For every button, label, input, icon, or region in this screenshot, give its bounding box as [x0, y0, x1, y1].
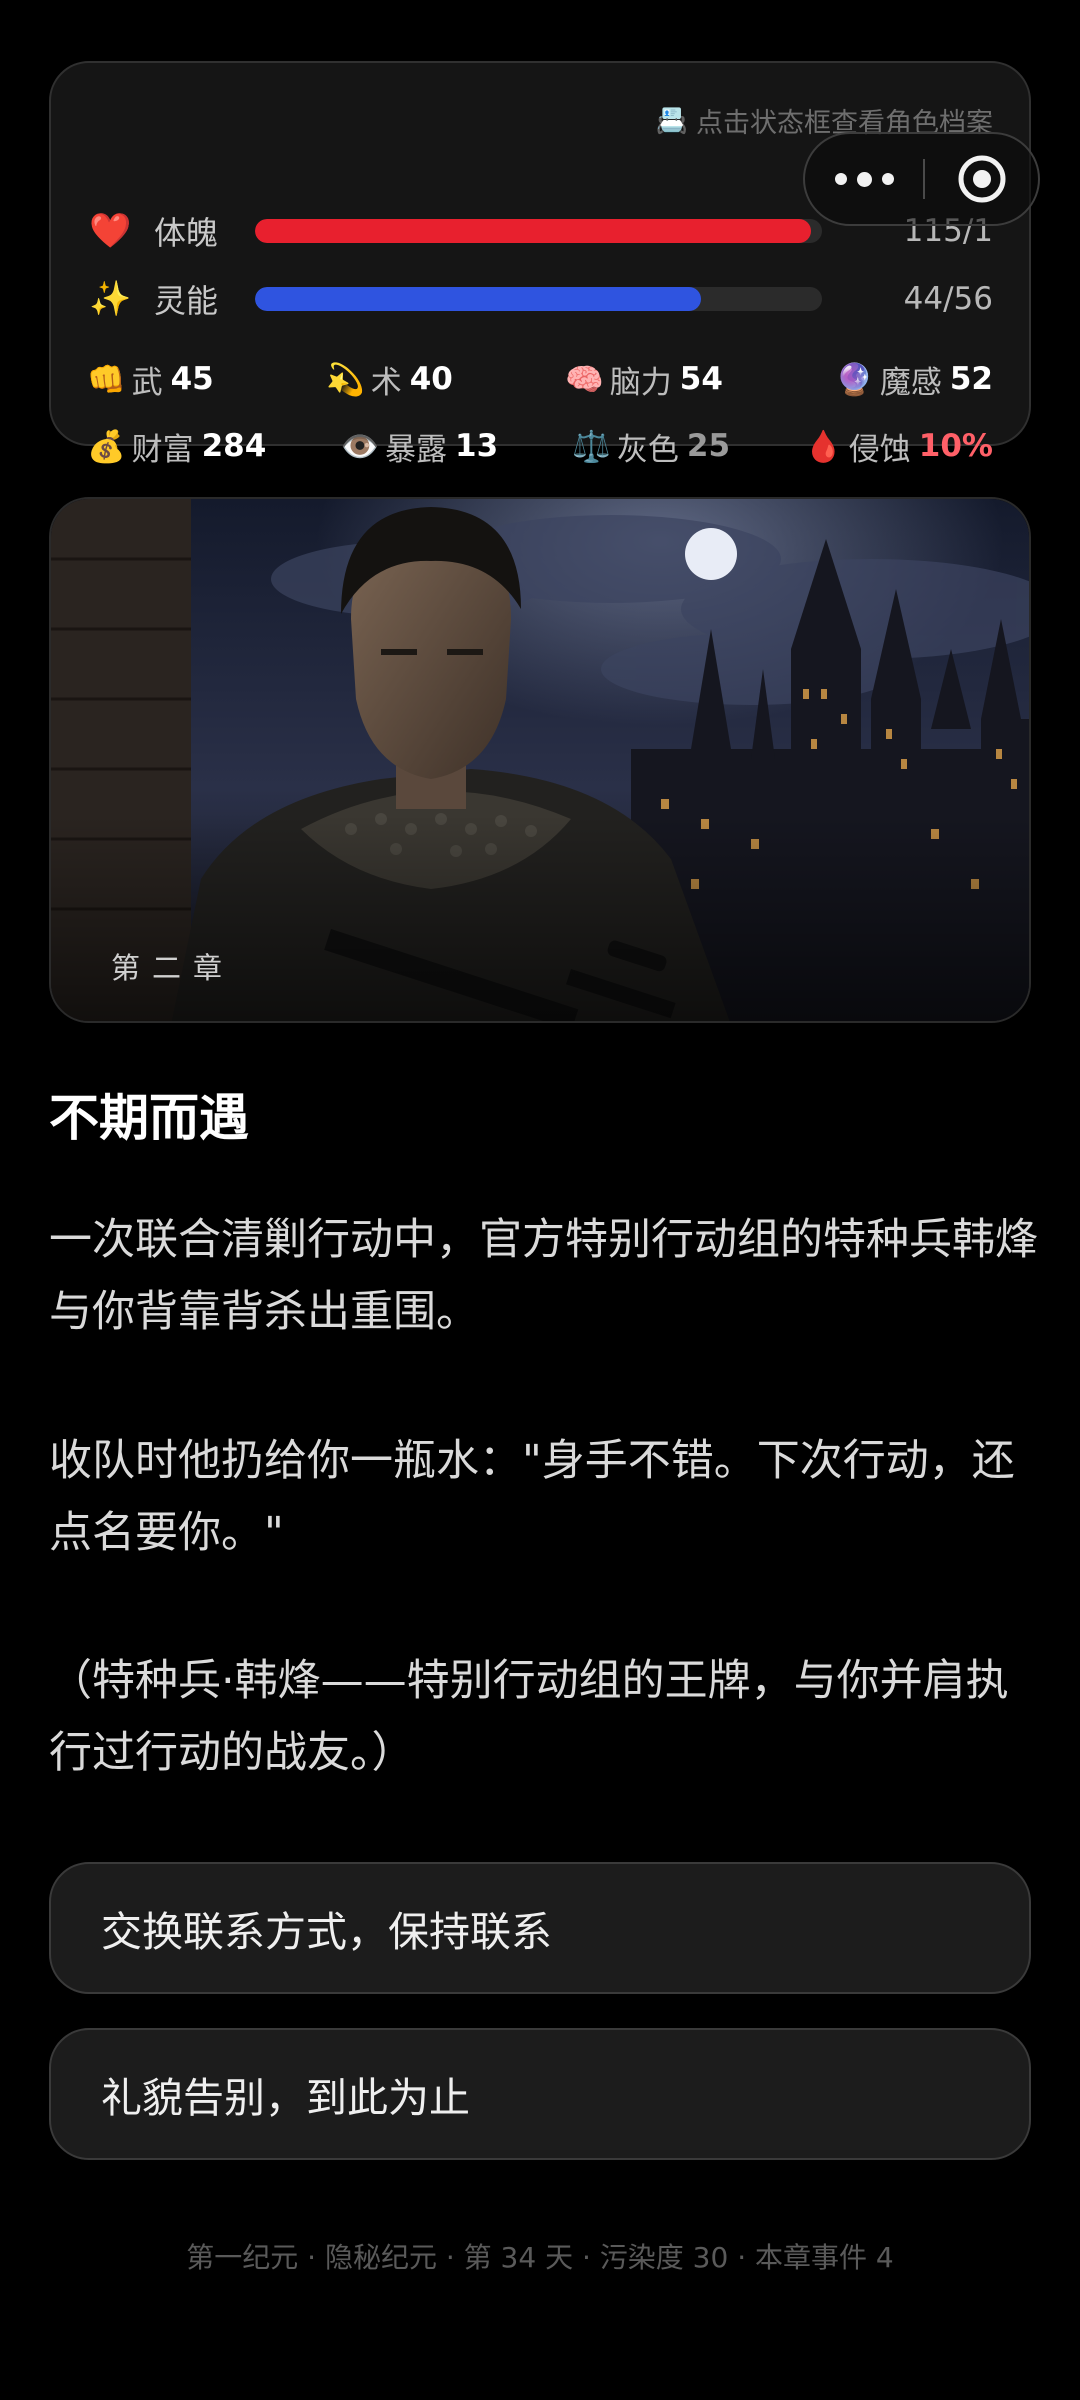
eye-icon: 👁️: [340, 428, 380, 465]
attr-magic-sense: 🔮 魔感 52: [835, 357, 993, 402]
sp-label: 灵能: [154, 282, 219, 320]
fist-icon: 👊: [87, 361, 126, 398]
attribute-row-2: 💰 财富 284 👁️ 暴露 13 ⚖️ 灰色 25 🩸 侵蚀 10%: [87, 424, 993, 468]
sp-bar-row: ✨ 灵能 44/56: [89, 279, 993, 320]
attr-wealth: 💰 财富 284: [87, 424, 266, 469]
more-dot-icon: [856, 171, 872, 187]
attr-name: 财富: [131, 431, 194, 468]
more-dot-icon: [881, 173, 894, 185]
sparkles-icon: ✨: [89, 279, 132, 319]
attr-value: 40: [409, 361, 453, 397]
dizzy-star-icon: 💫: [326, 361, 365, 398]
heart-icon: ❤️: [89, 211, 132, 251]
choice-exchange-contact-button[interactable]: 交换联系方式，保持联系: [49, 1862, 1031, 1994]
attr-arts: 💫 术 40: [326, 357, 453, 402]
chapter-label: 第二章: [111, 951, 235, 985]
story-paragraph: 一次联合清剿行动中，官方特别行动组的特种兵韩烽与你背靠背杀出重围。: [49, 1215, 1038, 1337]
story-paragraph: （特种兵·韩烽——特别行动组的王牌，与你并肩执行过行动的战友。）: [49, 1656, 1009, 1778]
brain-icon: 🧠: [565, 361, 604, 398]
event-title: 不期而遇: [49, 1089, 249, 1147]
hp-label: 体魄: [154, 214, 219, 252]
hp-bar-track: [255, 219, 822, 243]
attr-name: 暴露: [385, 431, 448, 468]
more-dot-icon: [834, 173, 847, 185]
target-close-icon: [958, 155, 1005, 203]
story-paragraph: 收队时他扔给你一瓶水："身手不错。下次行动，还点名要你。": [49, 1436, 1015, 1558]
money-bag-icon: 💰: [87, 428, 126, 465]
attr-value: 284: [201, 428, 267, 464]
card-index-icon: 📇: [655, 105, 688, 136]
more-button[interactable]: [805, 134, 923, 224]
attr-exposure: 👁️ 暴露 13: [340, 424, 498, 469]
attr-erosion: 🩸 侵蚀 10%: [804, 424, 993, 469]
attr-gray: ⚖️ 灰色 25: [572, 424, 730, 469]
scales-icon: ⚖️: [572, 428, 611, 465]
game-progress-footer: 第一纪元 · 隐秘纪元 · 第 34 天 · 污染度 30 · 本章事件 4: [186, 2241, 894, 2274]
chapter-illustration: 第二章: [49, 497, 1031, 1023]
attr-value: 45: [170, 361, 214, 397]
attr-intellect: 🧠 脑力 54: [565, 357, 723, 402]
sp-value: 44/56: [903, 281, 993, 317]
attr-value: 10%: [918, 428, 993, 464]
attr-name: 灰色: [616, 431, 679, 468]
attr-value: 13: [455, 428, 499, 464]
attr-name: 武: [131, 364, 163, 401]
attr-name: 术: [370, 364, 402, 401]
miniprogram-capsule: [803, 132, 1040, 226]
attr-value: 52: [949, 361, 993, 397]
sp-bar-track: [255, 287, 822, 311]
attr-martial: 👊 武 45: [87, 357, 214, 402]
attr-name: 侵蚀: [848, 431, 911, 468]
close-button[interactable]: [925, 134, 1038, 224]
attr-value: 54: [679, 361, 723, 397]
hp-bar-fill: [255, 219, 811, 243]
crystal-ball-icon: 🔮: [835, 361, 874, 398]
attr-name: 脑力: [609, 364, 672, 401]
choice-farewell-button[interactable]: 礼貌告别，到此为止: [49, 2028, 1031, 2160]
sp-bar-fill: [255, 287, 701, 311]
character-status-card[interactable]: 📇 点击状态框查看角色档案 ❤️ 体魄 115/1 ✨ 灵能 44/56 👊 武…: [49, 61, 1031, 468]
blood-drop-icon: 🩸: [804, 428, 843, 465]
attr-value: 25: [686, 428, 731, 464]
attribute-row-1: 👊 武 45 💫 术 40 🧠 脑力 54 🔮 魔感 52: [87, 357, 993, 401]
attr-name: 魔感: [879, 364, 942, 401]
